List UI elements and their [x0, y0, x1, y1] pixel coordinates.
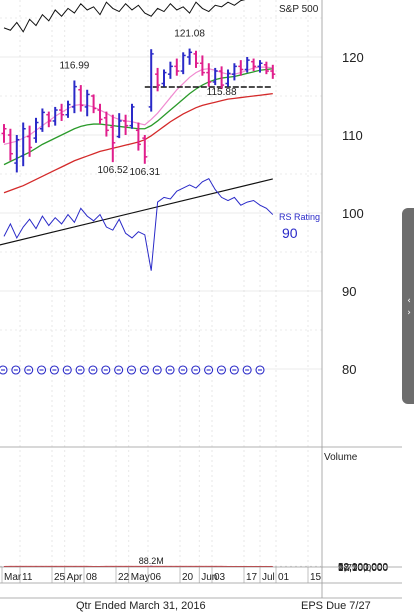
x-tick-label: 01 — [278, 572, 290, 583]
price-label: 121.08 — [174, 29, 205, 40]
x-tick-label: 06 — [150, 572, 162, 583]
price-label: 106.52 — [98, 165, 129, 176]
marker-dot — [178, 365, 188, 375]
x-tick-label: 17 — [246, 572, 258, 583]
price-label: 115.88 — [207, 87, 237, 98]
chevron-up-icon[interactable]: ‹ — [404, 296, 414, 306]
x-tick-label: 03 — [214, 572, 226, 583]
marker-dot — [152, 365, 162, 375]
marker-dot — [139, 365, 149, 375]
marker-row — [0, 365, 265, 375]
marker-dot — [165, 365, 175, 375]
marker-dot — [101, 365, 111, 375]
marker-dot — [126, 365, 137, 375]
price-label: 116.99 — [59, 60, 89, 71]
x-tick-label: 15 — [310, 572, 322, 583]
marker-dot — [114, 365, 124, 375]
stock-chart: 120 110 100 90 80 S&P 500 121.08 116.99 115.88 10… — [0, 0, 414, 612]
marker-dot — [242, 365, 252, 375]
marker-dot — [191, 365, 201, 375]
footer-quarter-label: Qtr Ended March 31, 2016 — [76, 600, 206, 612]
x-tick-label: Apr — [67, 572, 83, 583]
x-tick-label: 20 — [182, 572, 194, 583]
marker-dot — [88, 365, 98, 375]
marker-dot — [216, 365, 226, 375]
price-tick-label: 80 — [342, 362, 356, 377]
price-tick-label: 120 — [342, 50, 364, 65]
volume-max-label: 88.2M — [139, 556, 164, 566]
footer-eps-label: EPS Due 7/27 — [301, 600, 371, 612]
rs-rating-value: 90 — [282, 225, 298, 241]
price-tick-label: 90 — [342, 284, 356, 299]
price-tick-label: 100 — [342, 206, 364, 221]
sp500-label: S&P 500 — [279, 4, 319, 15]
marker-dot — [0, 365, 8, 375]
volume-tick-label: 9,710,000 — [338, 563, 383, 574]
rs-line-label: RS Rating — [279, 212, 320, 222]
x-tick-label: 08 — [86, 572, 98, 583]
x-tick-label: May — [131, 572, 150, 583]
x-tick-label: Jul — [262, 572, 275, 583]
marker-dot — [24, 365, 34, 375]
price-label: 106.31 — [130, 167, 161, 178]
price-tick-label: 110 — [342, 128, 363, 143]
marker-dot — [11, 365, 21, 375]
marker-dot — [229, 365, 239, 375]
chevron-down-icon[interactable]: › — [404, 308, 414, 318]
marker-dot — [62, 365, 72, 375]
x-tick-label: 11 — [22, 572, 33, 583]
marker-dot — [255, 365, 265, 375]
marker-dot — [49, 365, 59, 375]
x-tick-label: 25 — [54, 572, 66, 583]
side-scroll-tab[interactable]: ‹ › — [402, 208, 414, 404]
x-tick-label: 22 — [118, 572, 130, 583]
marker-dot — [36, 365, 47, 375]
marker-dot — [75, 365, 85, 375]
x-tick-label: Mar — [4, 572, 22, 583]
volume-title: Volume — [324, 452, 358, 463]
marker-dot — [204, 365, 214, 375]
